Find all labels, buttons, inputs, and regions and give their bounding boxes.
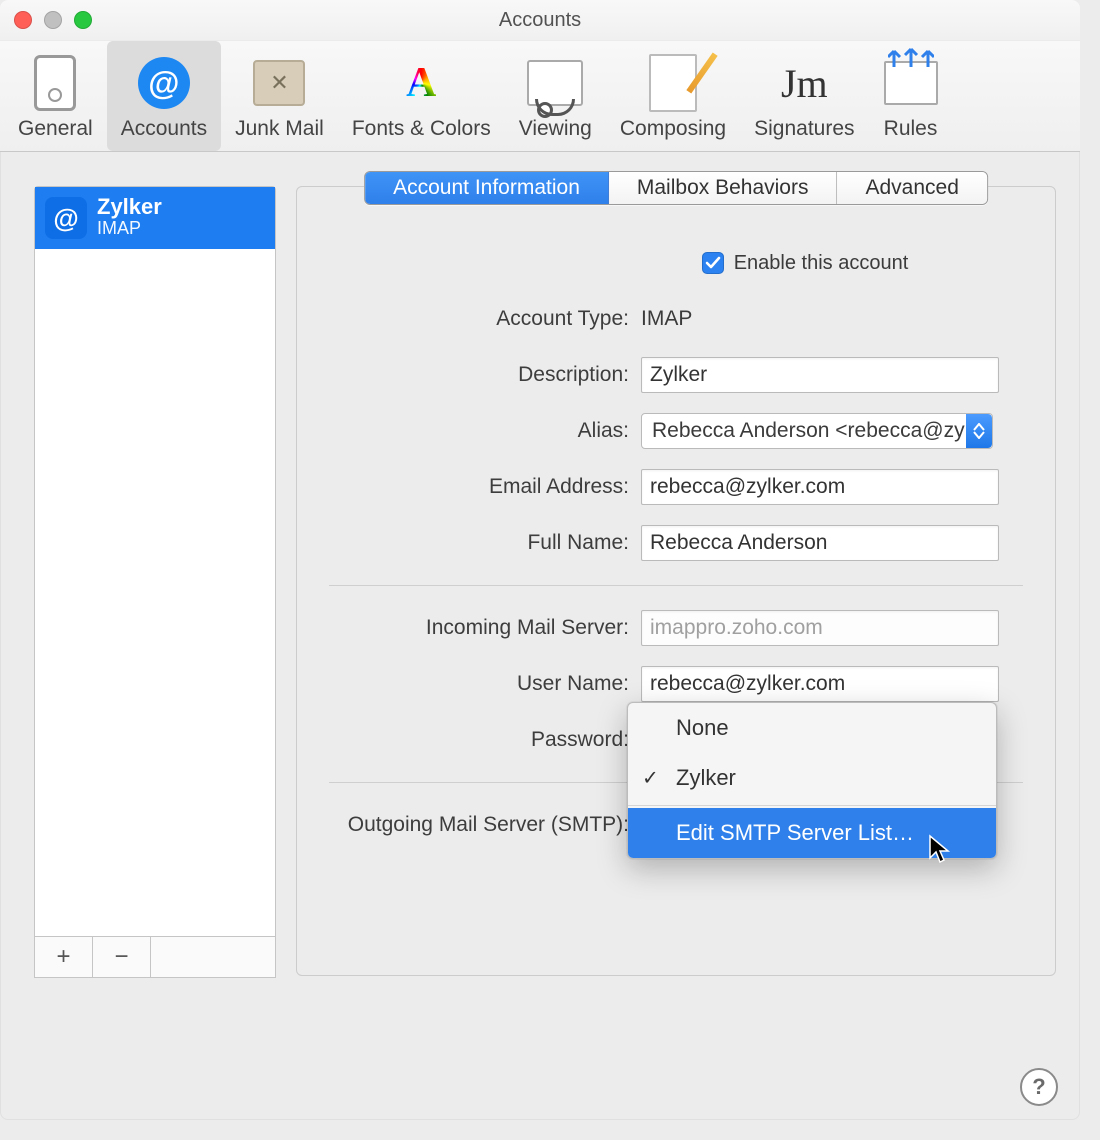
toolbar-composing[interactable]: Composing (606, 41, 740, 151)
at-icon: @ (45, 197, 87, 239)
toolbar-label: Fonts & Colors (352, 117, 491, 141)
description-row: Description: (297, 347, 1055, 403)
tab-account-information[interactable]: Account Information (365, 172, 609, 204)
separator (329, 585, 1023, 586)
checkmark-icon (705, 255, 721, 271)
alias-popup[interactable]: Rebecca Anderson <rebecca@zylker.com> (641, 413, 993, 449)
window-title: Accounts (0, 9, 1080, 32)
fonts-icon: A (393, 55, 449, 111)
smtp-label: Outgoing Mail Server (SMTP): (329, 813, 641, 837)
email-label: Email Address: (329, 475, 641, 499)
account-type-label: Account Type: (329, 307, 641, 331)
help-button[interactable]: ? (1020, 1068, 1058, 1106)
password-label: Password: (329, 728, 641, 752)
enable-account-row: Enable this account (297, 235, 1055, 291)
enable-account-label: Enable this account (734, 252, 909, 275)
sidebar-footer: + − (35, 936, 275, 977)
menu-separator (628, 805, 996, 806)
device-icon (27, 55, 83, 111)
fullname-label: Full Name: (329, 531, 641, 555)
toolbar-label: General (18, 117, 93, 141)
alias-row: Alias: Rebecca Anderson <rebecca@zylker.… (297, 403, 1055, 459)
account-list: @ Zylker IMAP (35, 187, 275, 936)
toolbar-signatures[interactable]: Jm Signatures (740, 41, 868, 151)
smtp-option-none[interactable]: None (628, 703, 996, 753)
toolbar-label: Composing (620, 117, 726, 141)
glasses-icon (527, 55, 583, 111)
email-row: Email Address: (297, 459, 1055, 515)
preferences-window: Accounts General @ Accounts Junk Mail A … (0, 0, 1080, 1120)
toolbar-label: Signatures (754, 117, 854, 141)
toolbar-accounts[interactable]: @ Accounts (107, 41, 221, 151)
fullname-row: Full Name: (297, 515, 1055, 571)
enable-account-checkbox[interactable] (702, 252, 724, 274)
content-area: @ Zylker IMAP + − Account Information Ma… (0, 152, 1080, 1120)
alias-label: Alias: (329, 419, 641, 443)
sidebar-footer-spacer (151, 937, 275, 977)
username-input[interactable] (641, 666, 999, 702)
toolbar-label: Rules (884, 117, 938, 141)
account-text: Zylker IMAP (97, 196, 162, 240)
toolbar-label: Accounts (121, 117, 207, 141)
updown-icon (966, 414, 992, 448)
remove-account-button[interactable]: − (93, 937, 151, 977)
incoming-row: Incoming Mail Server: (297, 600, 1055, 656)
email-input[interactable] (641, 469, 999, 505)
account-row-zylker[interactable]: @ Zylker IMAP (35, 187, 275, 249)
username-label: User Name: (329, 672, 641, 696)
smtp-option-edit-list[interactable]: Edit SMTP Server List… (628, 808, 996, 858)
incoming-input (641, 610, 999, 646)
toolbar-viewing[interactable]: Viewing (505, 41, 606, 151)
account-protocol: IMAP (97, 218, 162, 240)
account-type-row: Account Type: IMAP (297, 291, 1055, 347)
checkmark-icon: ✓ (642, 766, 659, 791)
tab-advanced[interactable]: Advanced (837, 172, 986, 204)
incoming-label: Incoming Mail Server: (329, 616, 641, 640)
account-type-value: IMAP (641, 307, 1023, 331)
add-account-button[interactable]: + (35, 937, 93, 977)
toolbar-general[interactable]: General (4, 41, 107, 151)
trash-box-icon (251, 55, 307, 111)
alias-value: Rebecca Anderson <rebecca@zylker.com> (652, 419, 993, 443)
fullname-input[interactable] (641, 525, 999, 561)
accounts-sidebar: @ Zylker IMAP + − (34, 186, 276, 978)
signature-icon: Jm (776, 55, 832, 111)
settings-tabs: Account Information Mailbox Behaviors Ad… (364, 171, 988, 205)
preferences-toolbar: General @ Accounts Junk Mail A Fonts & C… (0, 41, 1080, 152)
at-icon: @ (136, 55, 192, 111)
smtp-option-current-label: Zylker (676, 765, 736, 790)
account-name: Zylker (97, 196, 162, 218)
description-input[interactable] (641, 357, 999, 393)
smtp-option-current[interactable]: ✓ Zylker (628, 753, 996, 803)
toolbar-rules[interactable]: Rules (869, 41, 953, 151)
tab-mailbox-behaviors[interactable]: Mailbox Behaviors (609, 172, 838, 204)
compose-icon (645, 55, 701, 111)
toolbar-fonts-colors[interactable]: A Fonts & Colors (338, 41, 505, 151)
titlebar: Accounts (0, 0, 1080, 41)
toolbar-label: Viewing (519, 117, 592, 141)
toolbar-label: Junk Mail (235, 117, 324, 141)
toolbar-junk-mail[interactable]: Junk Mail (221, 41, 338, 151)
rules-icon (883, 55, 939, 111)
smtp-dropdown-menu: None ✓ Zylker Edit SMTP Server List… (627, 702, 997, 859)
description-label: Description: (329, 363, 641, 387)
